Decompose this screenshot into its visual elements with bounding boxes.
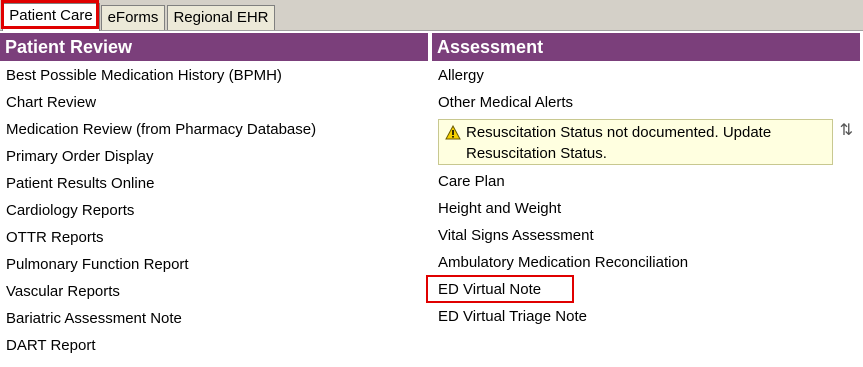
link-ed-virtual-triage-note[interactable]: ED Virtual Triage Note — [432, 303, 860, 330]
tab-bar: Patient Care eForms Regional EHR — [0, 0, 863, 31]
link-medication-review[interactable]: Medication Review (from Pharmacy Databas… — [0, 116, 428, 143]
link-height-and-weight[interactable]: Height and Weight — [432, 195, 860, 222]
link-vital-signs-assessment[interactable]: Vital Signs Assessment — [432, 222, 860, 249]
link-ambulatory-medication-reconciliation[interactable]: Ambulatory Medication Reconciliation — [432, 249, 860, 276]
tab-regional-ehr[interactable]: Regional EHR — [167, 5, 275, 30]
link-bpmh[interactable]: Best Possible Medication History (BPMH) — [0, 62, 428, 89]
alert-line-1: Resuscitation Status not documented. Upd… — [466, 124, 772, 141]
link-bariatric-assessment-note[interactable]: Bariatric Assessment Note — [0, 305, 428, 332]
link-cardiology-reports[interactable]: Cardiology Reports — [0, 197, 428, 224]
warning-icon — [445, 125, 461, 140]
assessment-panel: Assessment Allergy Other Medical Alerts … — [426, 33, 860, 330]
link-dart-report[interactable]: DART Report — [0, 332, 428, 359]
link-allergy[interactable]: Allergy — [432, 62, 860, 89]
link-care-plan[interactable]: Care Plan — [432, 168, 860, 195]
tab-patient-care[interactable]: Patient Care — [2, 3, 100, 31]
link-patient-results-online[interactable]: Patient Results Online — [0, 170, 428, 197]
assessment-header: Assessment — [432, 33, 860, 61]
link-ottr-reports[interactable]: OTTR Reports — [0, 224, 428, 251]
patient-review-panel: Patient Review Best Possible Medication … — [0, 33, 428, 359]
link-other-medical-alerts[interactable]: Other Medical Alerts — [432, 89, 860, 116]
link-pulmonary-function-report[interactable]: Pulmonary Function Report — [0, 251, 428, 278]
alert-line-2: Resuscitation Status. — [466, 145, 607, 162]
tab-eforms[interactable]: eForms — [101, 5, 165, 30]
link-ed-virtual-note[interactable]: ED Virtual Note — [426, 275, 860, 303]
refresh-icon[interactable]: ⇅ — [840, 120, 853, 141]
resuscitation-alert[interactable]: Resuscitation Status not documented. Upd… — [438, 119, 853, 165]
link-primary-order-display[interactable]: Primary Order Display — [0, 143, 428, 170]
link-vascular-reports[interactable]: Vascular Reports — [0, 278, 428, 305]
link-chart-review[interactable]: Chart Review — [0, 89, 428, 116]
patient-review-header: Patient Review — [0, 33, 428, 61]
